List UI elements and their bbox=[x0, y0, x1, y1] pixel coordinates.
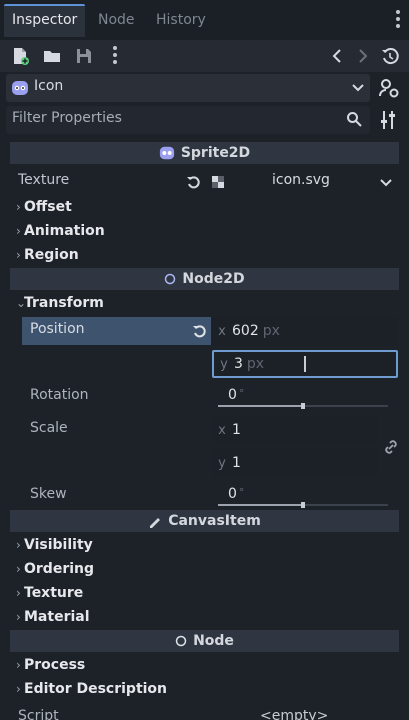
tab-node[interactable]: Node bbox=[90, 4, 143, 37]
rotation-label: Rotation bbox=[30, 387, 89, 403]
node-section-header: Node bbox=[10, 630, 399, 652]
axis-y-label: y bbox=[220, 357, 228, 372]
open-folder-icon[interactable] bbox=[42, 46, 62, 66]
node2d-icon bbox=[165, 273, 176, 285]
group-process[interactable]: › Process bbox=[16, 657, 85, 673]
revert-icon[interactable] bbox=[186, 174, 202, 190]
script-value[interactable]: <empty> bbox=[260, 708, 328, 720]
skew-slider-handle[interactable] bbox=[301, 502, 305, 508]
group-offset[interactable]: › Offset bbox=[16, 199, 72, 215]
history-forward-icon[interactable] bbox=[352, 46, 372, 66]
canvasitem-section-header: CanvasItem bbox=[10, 510, 399, 532]
tab-inspector[interactable]: Inspector bbox=[4, 4, 86, 37]
recent-history-icon[interactable] bbox=[380, 46, 400, 66]
skew-field[interactable]: 0 ° bbox=[228, 486, 244, 502]
axis-x-label: x bbox=[218, 324, 226, 339]
sprite2d-section-header: Sprite2D bbox=[10, 142, 399, 164]
godot-head-icon bbox=[12, 81, 28, 95]
skew-slider[interactable] bbox=[218, 502, 388, 508]
position-x-field[interactable]: x 602 px bbox=[212, 317, 398, 345]
group-transform[interactable]: ⌄Transform bbox=[16, 295, 104, 311]
link-scale-icon[interactable] bbox=[382, 438, 400, 456]
texture-preview-icon[interactable] bbox=[210, 174, 226, 190]
scale-label: Scale bbox=[30, 420, 68, 436]
new-resource-icon[interactable] bbox=[10, 46, 30, 66]
group-editor-description[interactable]: › Editor Description bbox=[16, 681, 167, 697]
axis-x-label: x bbox=[218, 423, 226, 438]
tab-history[interactable]: History bbox=[148, 4, 214, 37]
group-material[interactable]: › Material bbox=[16, 609, 90, 625]
skew-label: Skew bbox=[30, 486, 67, 502]
group-visibility[interactable]: › Visibility bbox=[16, 537, 93, 553]
position-y-field[interactable]: y 3 px bbox=[212, 350, 398, 378]
resource-menu-icon[interactable] bbox=[110, 44, 120, 68]
node2d-title: Node2D bbox=[182, 271, 245, 287]
rotation-field[interactable]: 0 ° bbox=[228, 387, 244, 403]
chevron-down-icon bbox=[352, 84, 364, 92]
inspector-toolbar bbox=[0, 40, 409, 72]
history-back-icon[interactable] bbox=[328, 46, 348, 66]
group-region[interactable]: › Region bbox=[16, 247, 79, 263]
canvasitem-icon bbox=[150, 518, 161, 528]
rotation-slider-fill bbox=[218, 405, 303, 407]
texture-value[interactable]: icon.svg bbox=[272, 172, 330, 188]
object-properties-icon[interactable] bbox=[377, 76, 401, 100]
texture-label: Texture bbox=[18, 172, 70, 188]
sprite2d-icon bbox=[159, 146, 174, 160]
texture-dropdown-icon[interactable] bbox=[380, 178, 392, 188]
group-texture[interactable]: › Texture bbox=[16, 585, 83, 601]
search-icon bbox=[347, 112, 362, 127]
script-label: Script bbox=[18, 708, 59, 720]
scale-y-field[interactable]: y1 bbox=[212, 449, 378, 477]
rotation-slider[interactable] bbox=[218, 403, 388, 409]
node-name: Icon bbox=[34, 78, 64, 94]
rotation-slider-handle[interactable] bbox=[301, 403, 305, 409]
sprite2d-title: Sprite2D bbox=[180, 145, 251, 161]
node-title: Node bbox=[193, 633, 234, 649]
scale-x-field[interactable]: x1 bbox=[212, 416, 378, 444]
tools-icon[interactable] bbox=[377, 108, 401, 132]
position-label: Position bbox=[30, 321, 85, 337]
filter-properties-input[interactable]: Filter Properties bbox=[6, 106, 370, 134]
canvasitem-title: CanvasItem bbox=[168, 513, 261, 529]
node2d-section-header: Node2D bbox=[10, 268, 399, 290]
text-cursor bbox=[304, 356, 306, 372]
skew-slider-fill bbox=[218, 504, 303, 506]
save-icon[interactable] bbox=[74, 46, 94, 66]
dock-menu-icon[interactable] bbox=[393, 8, 403, 32]
group-ordering[interactable]: › Ordering bbox=[16, 561, 94, 577]
node-icon bbox=[175, 635, 187, 647]
position-revert-icon[interactable] bbox=[192, 323, 208, 339]
node-selector[interactable]: Icon bbox=[6, 74, 370, 102]
axis-y-label: y bbox=[218, 456, 226, 471]
group-animation[interactable]: › Animation bbox=[16, 223, 105, 239]
filter-placeholder: Filter Properties bbox=[12, 110, 122, 126]
dock-tabs: Inspector Node History bbox=[0, 0, 409, 40]
